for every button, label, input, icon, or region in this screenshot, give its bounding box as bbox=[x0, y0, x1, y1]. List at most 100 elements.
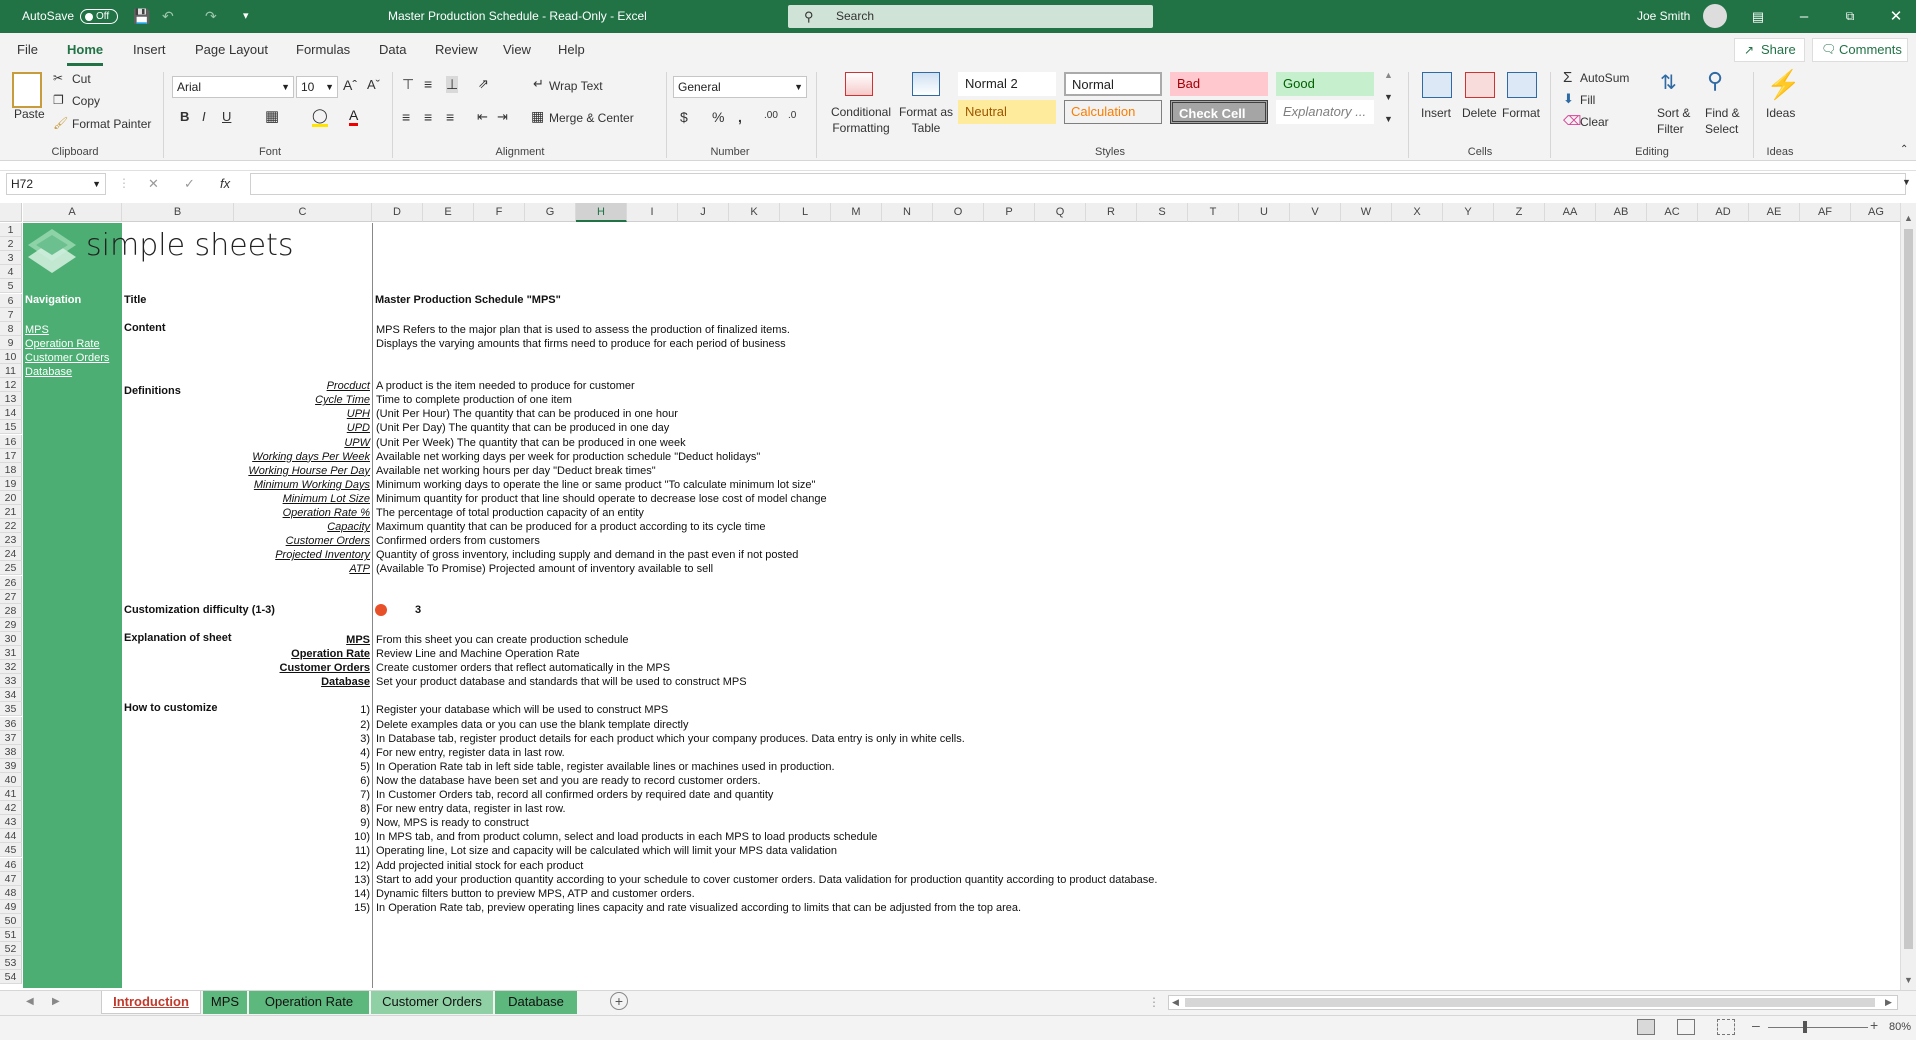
scroll-tabs-left-icon[interactable]: ◀ bbox=[26, 996, 34, 1007]
cut-icon[interactable]: ✂ bbox=[53, 71, 63, 85]
row-header[interactable]: 36 bbox=[0, 716, 22, 731]
column-header[interactable]: AB bbox=[1596, 203, 1647, 222]
sheet-tab-database[interactable]: Database bbox=[495, 991, 577, 1014]
comma-icon[interactable]: , bbox=[738, 109, 742, 125]
format-as-table-icon[interactable] bbox=[912, 72, 940, 96]
find-select-label-2[interactable]: Select bbox=[1705, 122, 1738, 136]
search-box[interactable]: ⚲ Search bbox=[788, 5, 1153, 28]
font-name-select[interactable]: Arial ▼ bbox=[172, 76, 294, 98]
insert-cells-button[interactable]: Insert bbox=[1421, 106, 1451, 120]
column-header[interactable]: T bbox=[1188, 203, 1239, 222]
row-header[interactable]: 1 bbox=[0, 223, 22, 238]
scroll-down-icon[interactable]: ▼ bbox=[1904, 975, 1913, 985]
row-header[interactable]: 43 bbox=[0, 815, 22, 830]
conditional-formatting-label-2[interactable]: Formatting bbox=[828, 121, 894, 135]
expand-formula-icon[interactable]: ▼ bbox=[1902, 177, 1911, 187]
row-header[interactable]: 34 bbox=[0, 688, 22, 703]
column-header[interactable]: AD bbox=[1698, 203, 1749, 222]
tab-home[interactable]: Home bbox=[67, 33, 104, 66]
row-header[interactable]: 2 bbox=[0, 237, 22, 252]
column-header[interactable]: S bbox=[1137, 203, 1188, 222]
format-as-table-label-2[interactable]: Table bbox=[898, 121, 954, 135]
tab-data[interactable]: Data bbox=[379, 33, 406, 66]
copy-button[interactable]: Copy bbox=[72, 94, 100, 108]
zoom-in-icon[interactable]: + bbox=[1870, 1017, 1878, 1033]
wrap-text-icon[interactable]: ↵ bbox=[533, 76, 544, 92]
align-middle-icon[interactable]: ≡ bbox=[424, 76, 432, 92]
collapse-ribbon-icon[interactable]: ⌃ bbox=[1900, 144, 1908, 155]
row-header[interactable]: 48 bbox=[0, 885, 22, 900]
row-header[interactable]: 3 bbox=[0, 251, 22, 266]
styles-scroll-up-icon[interactable]: ▲ bbox=[1384, 70, 1393, 80]
column-header[interactable]: I bbox=[627, 203, 678, 222]
sheet-tab-customer-orders[interactable]: Customer Orders bbox=[371, 991, 493, 1014]
underline-button[interactable]: U bbox=[222, 109, 231, 124]
page-break-view-icon[interactable] bbox=[1717, 1019, 1735, 1035]
row-header[interactable]: 5 bbox=[0, 279, 22, 294]
row-header[interactable]: 32 bbox=[0, 660, 22, 675]
fill-icon[interactable]: ⬇ bbox=[1563, 91, 1574, 107]
sheet-tab-introduction[interactable]: Introduction bbox=[101, 991, 201, 1014]
row-header[interactable]: 26 bbox=[0, 575, 22, 590]
column-header[interactable]: AF bbox=[1800, 203, 1851, 222]
delete-cells-icon[interactable] bbox=[1465, 72, 1495, 98]
currency-icon[interactable]: $ bbox=[680, 109, 688, 125]
row-header[interactable]: 51 bbox=[0, 928, 22, 943]
conditional-formatting-icon[interactable] bbox=[845, 72, 873, 96]
column-header[interactable]: AG bbox=[1851, 203, 1902, 222]
tab-insert[interactable]: Insert bbox=[133, 33, 166, 66]
explanation-term[interactable]: MPS bbox=[130, 633, 370, 647]
decrease-decimal-icon[interactable]: .0 bbox=[788, 110, 796, 121]
column-header[interactable]: E bbox=[423, 203, 474, 222]
column-header[interactable]: N bbox=[882, 203, 933, 222]
fill-color-icon[interactable]: ◯ bbox=[312, 107, 328, 127]
column-header[interactable]: Z bbox=[1494, 203, 1545, 222]
row-header[interactable]: 11 bbox=[0, 364, 22, 379]
row-header[interactable]: 53 bbox=[0, 956, 22, 971]
row-header[interactable]: 21 bbox=[0, 505, 22, 520]
copy-icon[interactable]: ❐ bbox=[53, 93, 64, 107]
ribbon-display-icon[interactable]: ▤ bbox=[1735, 0, 1781, 33]
zoom-level[interactable]: 80% bbox=[1889, 1021, 1911, 1033]
row-header[interactable]: 41 bbox=[0, 787, 22, 802]
cancel-edit-icon[interactable]: ✕ bbox=[148, 176, 159, 192]
column-header[interactable]: W bbox=[1341, 203, 1392, 222]
styles-scroll-down-icon[interactable]: ▼ bbox=[1384, 92, 1393, 102]
page-layout-view-icon[interactable] bbox=[1677, 1019, 1695, 1035]
italic-button[interactable]: I bbox=[202, 109, 206, 124]
find-select-label-1[interactable]: Find & bbox=[1705, 106, 1740, 120]
align-right-icon[interactable]: ≡ bbox=[446, 109, 454, 125]
merge-center-icon[interactable]: ▦ bbox=[531, 108, 544, 125]
clear-button[interactable]: Clear bbox=[1580, 115, 1609, 129]
format-cells-icon[interactable] bbox=[1507, 72, 1537, 98]
column-header[interactable]: AA bbox=[1545, 203, 1596, 222]
number-format-select[interactable]: General ▼ bbox=[673, 76, 807, 98]
align-left-icon[interactable]: ≡ bbox=[402, 109, 410, 125]
zoom-slider-thumb[interactable] bbox=[1803, 1021, 1807, 1033]
fill-button[interactable]: Fill bbox=[1580, 93, 1595, 107]
format-painter-button[interactable]: Format Painter bbox=[72, 117, 151, 131]
column-header[interactable]: H bbox=[576, 203, 627, 222]
row-header[interactable]: 33 bbox=[0, 674, 22, 689]
paste-button[interactable]: Paste bbox=[14, 107, 45, 121]
increase-decimal-icon[interactable]: .00 bbox=[764, 110, 778, 121]
autosum-button[interactable]: AutoSum bbox=[1580, 71, 1629, 85]
row-header[interactable]: 4 bbox=[0, 265, 22, 280]
worksheet-grid[interactable]: A B C D E F G H I J K L M N O P Q R S T U V W X Y Z AA AB AC AD AE AF AG… bbox=[0, 203, 1916, 990]
vertical-scrollbar[interactable]: ▲ ▼ bbox=[1900, 203, 1916, 990]
sort-filter-label-1[interactable]: Sort & bbox=[1657, 106, 1690, 120]
ideas-button[interactable]: Ideas bbox=[1766, 106, 1795, 120]
scroll-tabs-right-icon[interactable]: ▶ bbox=[52, 996, 60, 1007]
save-icon[interactable]: 💾 bbox=[133, 0, 150, 33]
column-header[interactable]: X bbox=[1392, 203, 1443, 222]
row-header[interactable]: 44 bbox=[0, 829, 22, 844]
row-header[interactable]: 17 bbox=[0, 448, 22, 463]
increase-font-icon[interactable]: Aˆ bbox=[343, 77, 357, 93]
column-header[interactable]: M bbox=[831, 203, 882, 222]
row-header[interactable]: 47 bbox=[0, 871, 22, 886]
row-header[interactable]: 39 bbox=[0, 758, 22, 773]
restore-icon[interactable]: ⧉ bbox=[1827, 0, 1873, 33]
formula-input[interactable] bbox=[250, 173, 1906, 195]
style-calculation[interactable]: Calculation bbox=[1064, 100, 1162, 124]
bold-button[interactable]: B bbox=[180, 109, 189, 124]
